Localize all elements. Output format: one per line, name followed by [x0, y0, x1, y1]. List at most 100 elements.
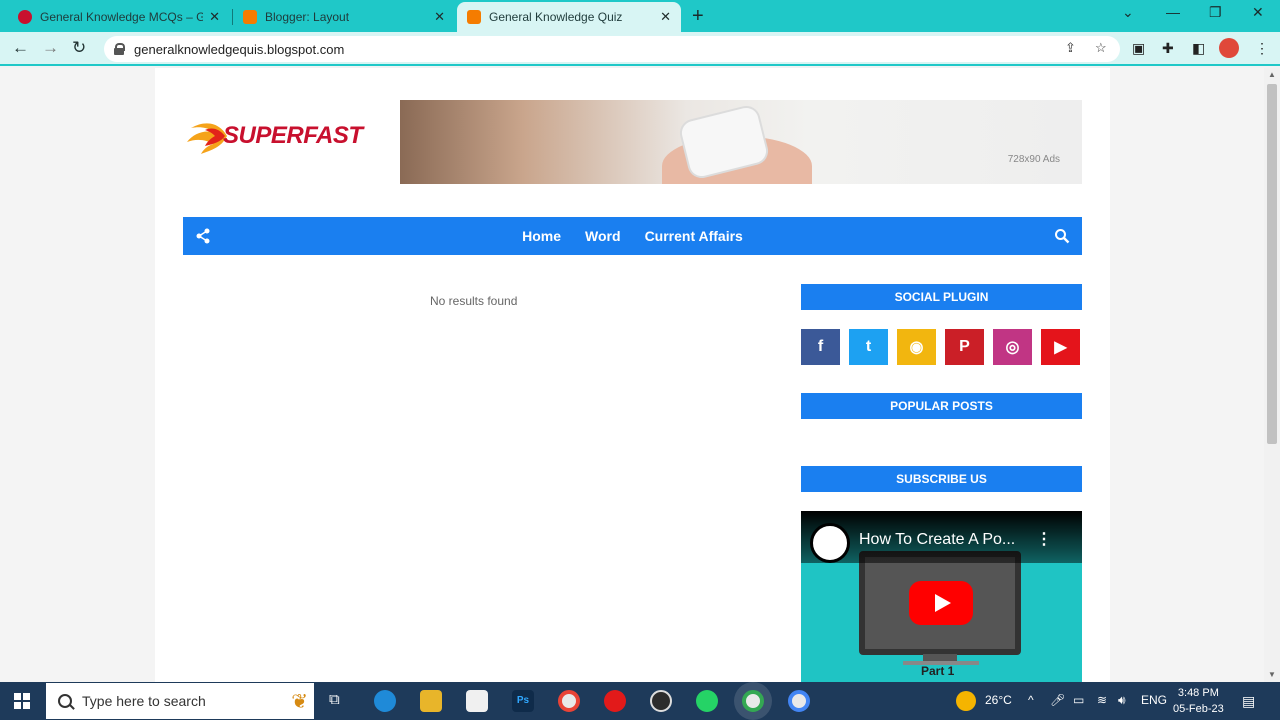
- blogger-favicon-icon: [243, 10, 257, 24]
- ad-size-label: 728x90 Ads: [1007, 154, 1060, 165]
- search-icon[interactable]: [1054, 228, 1070, 244]
- logo-text: SUPERFAST: [223, 122, 363, 149]
- edge-browser-icon[interactable]: [374, 690, 396, 712]
- tab-label: General Knowledge Quiz: [489, 10, 623, 24]
- youtube-video-embed[interactable]: How To Create A Po... ⋮ Part 1: [801, 511, 1082, 682]
- opera-icon[interactable]: [604, 690, 626, 712]
- tab-strip: General Knowledge MCQs – GK I ✕ Blogger:…: [0, 0, 1280, 32]
- taskbar-search-placeholder: Type here to search: [82, 693, 206, 709]
- clock-date: 05-Feb-23: [1173, 703, 1224, 715]
- subscribe-us-title: SUBSCRIBE US: [801, 466, 1082, 492]
- play-button-icon[interactable]: [909, 581, 973, 625]
- video-title[interactable]: How To Create A Po...: [859, 531, 1015, 549]
- clock-time: 3:48 PM: [1177, 687, 1219, 699]
- minimize-button[interactable]: —: [1166, 4, 1180, 20]
- new-tab-button[interactable]: +: [692, 5, 704, 28]
- reload-icon[interactable]: ↻: [72, 38, 86, 58]
- url-text[interactable]: generalknowledgequis.blogspot.com: [134, 42, 344, 57]
- task-view-icon[interactable]: ⧉: [329, 691, 340, 708]
- taskbar-clock[interactable]: 3:48 PM 05-Feb-23: [1173, 685, 1224, 717]
- video-more-icon[interactable]: ⋮: [1036, 529, 1052, 549]
- bookmark-star-icon[interactable]: ☆: [1095, 40, 1107, 56]
- windows-taskbar: Type here to search ❦ ⧉ Ps 26°C ^ 🎤︎ ▭ ≋…: [0, 682, 1280, 720]
- twitter-icon: t: [865, 338, 872, 355]
- scroll-down-icon[interactable]: ▼: [1268, 670, 1276, 679]
- tab-label: Blogger: Layout: [265, 10, 350, 24]
- main-navbar: Home Word Current Affairs: [183, 217, 1082, 255]
- site-favicon-icon: [18, 10, 32, 24]
- popular-posts-title: POPULAR POSTS: [801, 393, 1082, 419]
- browser-toolbar: ← → ↻ generalknowledgequis.blogspot.com …: [0, 32, 1280, 66]
- scroll-up-icon[interactable]: ▲: [1268, 70, 1276, 79]
- puzzle-extensions-icon[interactable]: ✚: [1162, 40, 1174, 57]
- wifi-icon[interactable]: ≋: [1097, 693, 1107, 707]
- tab-label: General Knowledge MCQs – GK I: [40, 10, 204, 24]
- site-logo[interactable]: SUPERFAST: [185, 116, 363, 156]
- chrome-profile-icon[interactable]: [558, 690, 580, 712]
- nav-item-current-affairs[interactable]: Current Affairs: [645, 228, 743, 244]
- windows-start-icon[interactable]: [14, 693, 30, 709]
- rss-button[interactable]: ◉: [897, 329, 936, 365]
- close-window-button[interactable]: ✕: [1252, 4, 1264, 21]
- kebab-menu-icon[interactable]: ⋮: [1255, 40, 1269, 57]
- instagram-button[interactable]: ◎: [993, 329, 1032, 365]
- extension-app-icon[interactable]: ▣: [1132, 40, 1145, 57]
- blog-page: SUPERFAST 728x90 Ads Home Word Current A…: [155, 68, 1110, 682]
- battery-icon[interactable]: ▭: [1073, 693, 1084, 707]
- restore-button[interactable]: ❐: [1209, 4, 1222, 21]
- nav-item-word[interactable]: Word: [585, 228, 621, 244]
- instagram-icon: ◎: [1005, 339, 1020, 356]
- photoshop-icon[interactable]: Ps: [512, 690, 534, 712]
- video-part-caption: Part 1: [921, 664, 955, 678]
- no-results-message: No results found: [430, 294, 518, 308]
- weather-icon[interactable]: [956, 691, 976, 711]
- page-scrollbar[interactable]: ▲ ▼: [1264, 68, 1280, 682]
- whatsapp-icon[interactable]: [696, 690, 718, 712]
- header-ad-banner[interactable]: 728x90 Ads: [400, 100, 1082, 184]
- share-icon[interactable]: ⇪: [1065, 40, 1076, 56]
- pinterest-button[interactable]: P: [945, 329, 984, 365]
- profile-avatar[interactable]: [1219, 38, 1239, 58]
- address-bar[interactable]: generalknowledgequis.blogspot.com: [104, 36, 1120, 62]
- close-icon[interactable]: ✕: [434, 9, 445, 25]
- forward-arrow-icon[interactable]: →: [42, 38, 59, 58]
- speedometer-app-icon[interactable]: [650, 690, 672, 712]
- twitter-button[interactable]: t: [849, 329, 888, 365]
- search-icon: [58, 694, 72, 708]
- microphone-icon[interactable]: 🎤︎: [1050, 693, 1065, 707]
- close-icon[interactable]: ✕: [660, 9, 671, 25]
- side-panel-icon[interactable]: ◧: [1192, 40, 1205, 57]
- tab-general-knowledge-quiz[interactable]: General Knowledge Quiz ✕: [457, 2, 681, 32]
- tab-gk-mcqs[interactable]: General Knowledge MCQs – GK I ✕: [8, 2, 230, 32]
- temperature-text[interactable]: 26°C: [985, 693, 1012, 707]
- close-icon[interactable]: ✕: [209, 9, 220, 25]
- channel-avatar[interactable]: [810, 523, 850, 563]
- youtube-button[interactable]: ▶: [1041, 329, 1080, 365]
- blogger-favicon-icon: [467, 10, 481, 24]
- social-buttons: f t ◉ P ◎ ▶: [801, 329, 1080, 365]
- taskbar-search-box[interactable]: Type here to search ❦: [46, 683, 314, 719]
- language-indicator[interactable]: ENG: [1141, 693, 1167, 707]
- social-plugin-title: SOCIAL PLUGIN: [801, 284, 1082, 310]
- volume-icon[interactable]: 🔊︎: [1118, 693, 1126, 708]
- nav-menu: Home Word Current Affairs: [183, 217, 1082, 255]
- lock-icon[interactable]: [114, 43, 125, 55]
- tab-search-chevron-icon[interactable]: ⌄: [1122, 4, 1134, 21]
- chrome-icon[interactable]: [788, 690, 810, 712]
- file-explorer-icon[interactable]: [420, 690, 442, 712]
- pinterest-icon: P: [959, 338, 970, 355]
- show-hidden-icons-chevron-icon[interactable]: ^: [1028, 693, 1034, 707]
- youtube-icon: ▶: [1054, 339, 1067, 356]
- microsoft-store-icon[interactable]: [466, 690, 488, 712]
- tab-blogger-layout[interactable]: Blogger: Layout ✕: [233, 2, 455, 32]
- notification-icon[interactable]: ▤: [1242, 693, 1255, 710]
- facebook-button[interactable]: f: [801, 329, 840, 365]
- back-arrow-icon[interactable]: ←: [12, 38, 29, 58]
- facebook-icon: f: [817, 338, 824, 355]
- nav-item-home[interactable]: Home: [522, 228, 561, 244]
- rss-icon: ◉: [909, 339, 924, 356]
- scrollbar-thumb[interactable]: [1267, 84, 1277, 444]
- butterfly-decoration-icon: ❦: [291, 691, 308, 713]
- chrome-active-icon[interactable]: [742, 690, 764, 712]
- page-viewport: SUPERFAST 728x90 Ads Home Word Current A…: [0, 68, 1264, 682]
